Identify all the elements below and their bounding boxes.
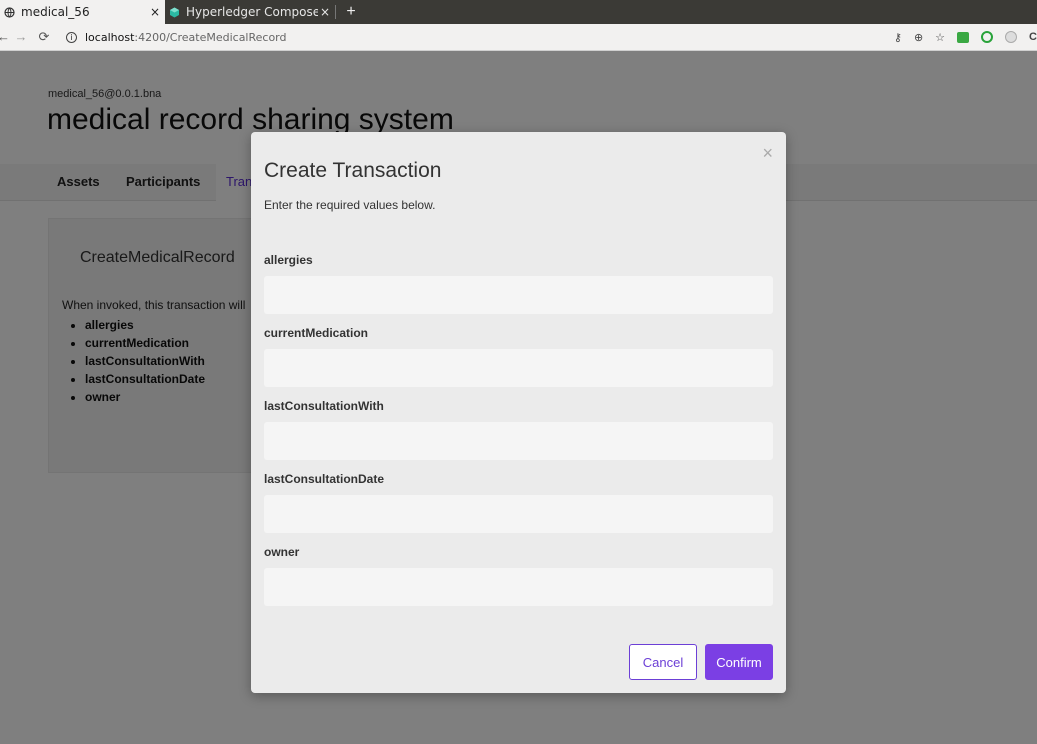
last-consultation-with-input[interactable] [264, 422, 773, 460]
field-last-consultation-date: lastConsultationDate [264, 472, 773, 533]
globe-icon [4, 6, 15, 18]
field-label: owner [264, 545, 300, 559]
field-last-consultation-with: lastConsultationWith [264, 399, 773, 460]
field-current-medication: currentMedication [264, 326, 773, 387]
extension-gray-icon[interactable] [1005, 31, 1018, 43]
field-label: allergies [264, 253, 313, 267]
tab-label: medical_56 [21, 5, 90, 19]
close-tab-icon[interactable]: × [318, 5, 332, 19]
reload-icon[interactable]: ⟳ [36, 28, 52, 46]
back-icon[interactable]: ← [0, 28, 10, 46]
star-icon[interactable]: ☆ [935, 31, 945, 44]
cancel-button[interactable]: Cancel [629, 644, 697, 680]
owner-input[interactable] [264, 568, 773, 606]
close-icon[interactable]: × [762, 144, 773, 162]
field-label: lastConsultationWith [264, 399, 384, 413]
tab-separator [335, 5, 336, 19]
toolbar-icons: ⚷ ⊕ ☆ C [882, 28, 1037, 46]
confirm-button[interactable]: Confirm [705, 644, 773, 680]
extension-power-icon[interactable] [981, 31, 994, 43]
field-owner: owner [264, 545, 773, 606]
address-bar[interactable]: i localhost :4200/CreateMedicalRecord [66, 28, 287, 46]
field-label: currentMedication [264, 326, 369, 340]
close-tab-icon[interactable]: × [148, 5, 162, 19]
browser-tab-strip: medical_56 × Hyperledger Composer R × + [0, 0, 1037, 24]
create-transaction-modal: × Create Transaction Enter the required … [251, 132, 786, 693]
last-consultation-date-input[interactable] [264, 495, 773, 533]
extension-ci-icon[interactable]: C [1029, 31, 1037, 43]
info-icon[interactable]: i [66, 31, 77, 43]
url-host: localhost [85, 30, 135, 44]
key-icon[interactable]: ⚷ [894, 31, 902, 44]
zoom-icon[interactable]: ⊕ [914, 31, 923, 44]
tab-label: Hyperledger Composer R [186, 5, 318, 19]
forward-icon[interactable]: → [14, 28, 28, 46]
new-tab-button[interactable]: + [343, 2, 359, 22]
current-medication-input[interactable] [264, 349, 773, 387]
browser-tab-composer[interactable]: Hyperledger Composer R × [165, 0, 335, 24]
field-label: lastConsultationDate [264, 472, 385, 486]
browser-toolbar: ← → ⟳ i localhost :4200/CreateMedicalRec… [0, 24, 1037, 51]
url-path: :4200/CreateMedicalRecord [134, 30, 287, 44]
modal-title: Create Transaction [264, 159, 442, 182]
field-allergies: allergies [264, 253, 773, 314]
browser-tab-medical[interactable]: medical_56 × [0, 0, 165, 24]
modal-description: Enter the required values below. [264, 198, 436, 212]
allergies-input[interactable] [264, 276, 773, 314]
composer-cube-icon [169, 7, 180, 18]
extension-icon[interactable] [957, 31, 970, 43]
